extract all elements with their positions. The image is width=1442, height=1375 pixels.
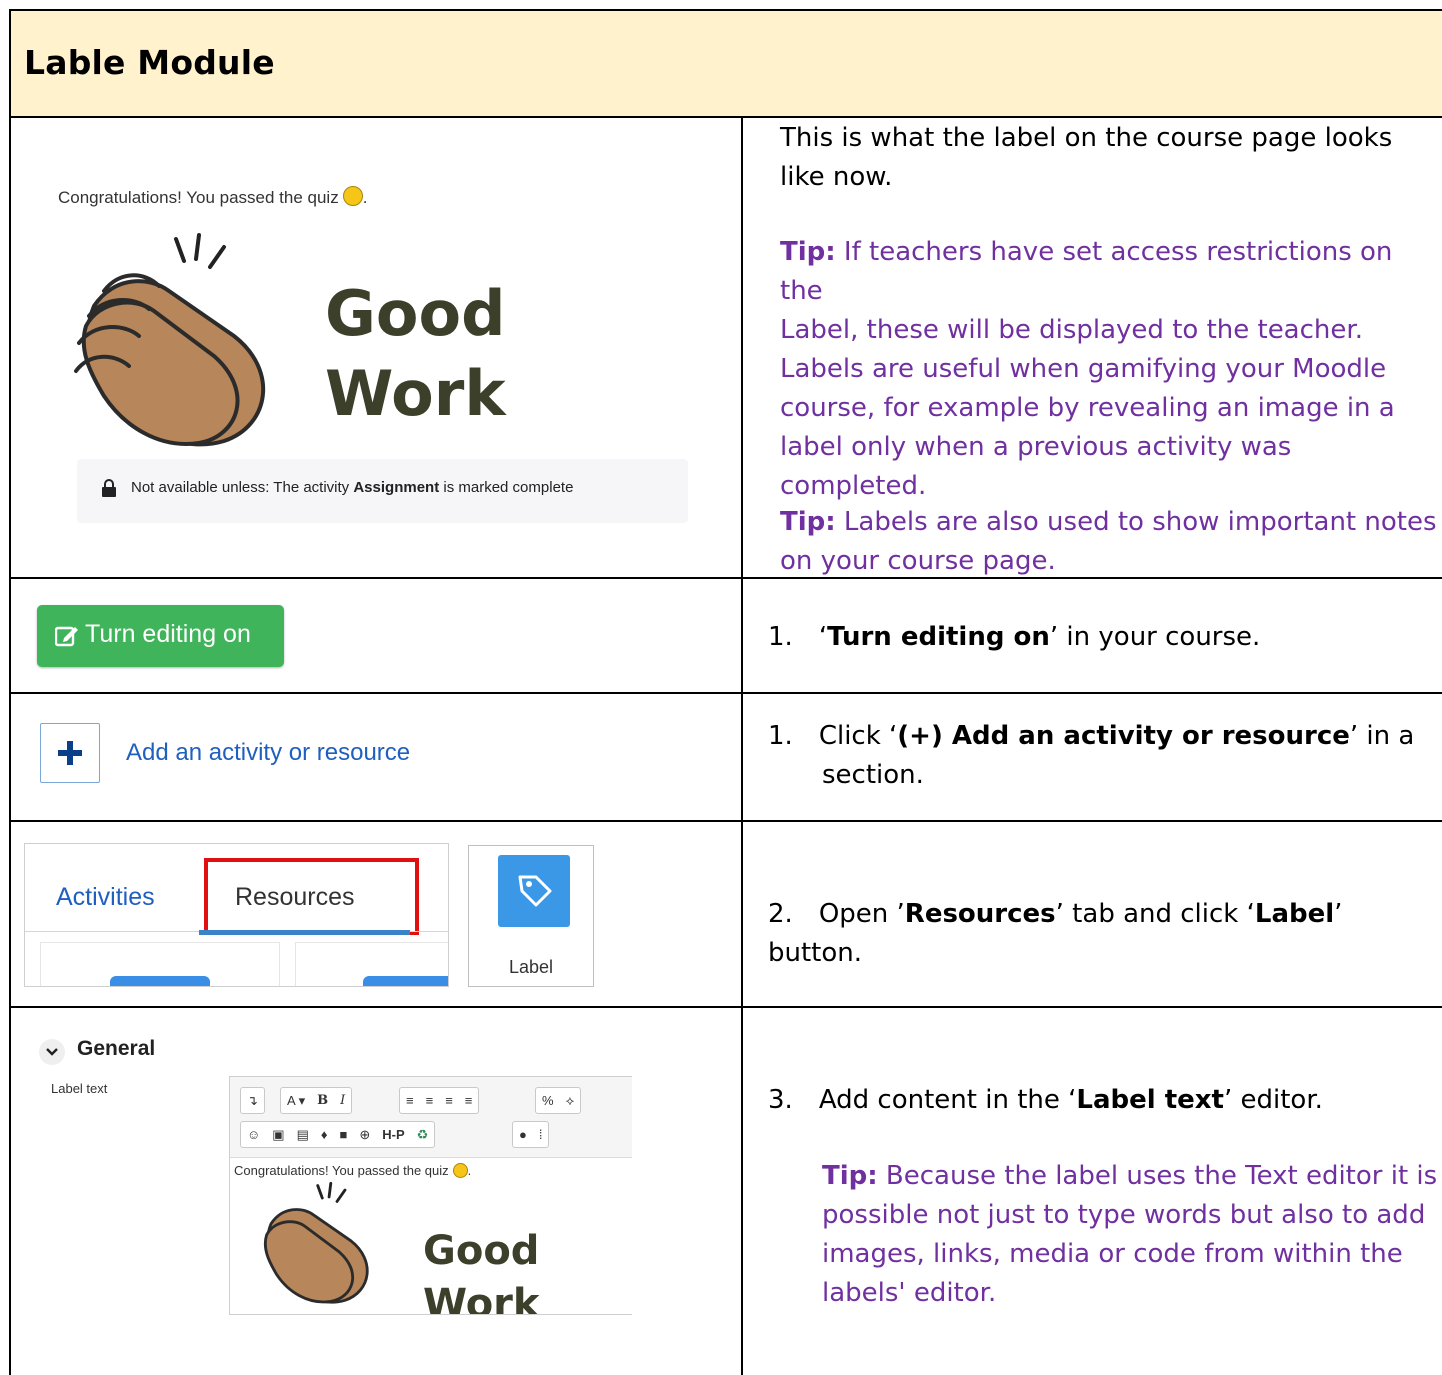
good-text: Good [423,1228,540,1274]
work-text: Work [423,1281,540,1315]
activity-chooser-tabs: Activities Resources [24,843,449,987]
toolbar-accessibility-group[interactable]: ● ⁞ [512,1121,550,1148]
toolbar-list-group[interactable]: ≡ ≡ ≡ ≡ [399,1087,480,1114]
toolbar-format-group[interactable]: A ▾ B I [280,1087,353,1114]
add-activity-link[interactable]: Add an activity or resource [126,739,410,767]
restriction-text: Not available unless: The activity Assig… [131,479,574,496]
label-tile [498,855,570,927]
tip-text-editor: Tip: Because the label uses the Text edi… [822,1161,1438,1308]
table-column-divider [741,116,743,1375]
table-border-left [9,9,11,1375]
step-open-resources: 2. Open ’Resources’ tab and click ‘Label’… [768,899,1343,968]
table-divider [9,1006,1442,1008]
step-turn-editing: 1. ‘Turn editing on’ in your course. [768,622,1261,652]
label-congrats-text: Congratulations! You passed the quiz. [58,186,368,207]
edit-icon [55,626,78,647]
toolbar-link-group[interactable]: % ⟡ [535,1087,582,1114]
clapping-hands-icon [74,233,266,447]
turn-editing-on-button[interactable]: Turn editing on [37,605,284,667]
work-text: Work [325,357,506,430]
editor-toolbar: ↴ A ▾ B I ≡ ≡ ≡ ≡ % ⟡ ☺ ▣ ▤ ♦ ■ ⊕ H-P ♻ ● ⁞ [230,1077,632,1158]
label-text-field-label: Label text [51,1081,108,1096]
add-activity-button[interactable] [40,723,100,783]
description-text: This is what the label on the course pag… [780,123,1393,192]
label-module-button[interactable]: Label [468,845,594,987]
toolbar-media-group[interactable]: ☺ ▣ ▤ ♦ ■ ⊕ H-P ♻ [240,1121,436,1148]
restriction-notice: Not available unless: The activity Assig… [77,459,688,523]
resources-highlight-box [204,858,419,935]
grin-emoji-icon [342,186,363,206]
lock-icon [102,479,116,497]
page-title: Lable Module [24,43,275,82]
tip-notes: Tip: Labels are also used to show import… [780,507,1437,576]
chooser-card-icon [363,976,448,986]
header-band: Lable Module [9,9,1442,116]
editor-congrats-text: Congratulations! You passed the quiz. [234,1163,472,1178]
chooser-card-icon [110,976,210,986]
active-tab-underline [199,930,410,935]
table-divider [9,116,1442,118]
table-divider [9,820,1442,822]
grin-emoji-icon [452,1163,468,1178]
step-add-content: 3. Add content in the ‘Label text’ editor… [768,1085,1323,1115]
chevron-down-icon [46,1048,58,1056]
table-divider [9,692,1442,694]
label-text-editor[interactable]: ↴ A ▾ B I ≡ ≡ ≡ ≡ % ⟡ ☺ ▣ ▤ ♦ ■ ⊕ H-P ♻ ● ⁞ Congratul… [229,1076,632,1315]
step-add-activity: 1. Click ‘(+) Add an activity or resource… [768,721,1415,790]
document: Lable Module Congratulations! You passed… [9,9,1442,1375]
label-button-text: Label [508,957,554,977]
good-text: Good [325,277,506,350]
clapping-hands-icon [263,1181,369,1304]
tab-activities[interactable]: Activities [56,883,155,912]
plus-icon [58,741,82,765]
toolbar-collapse-button[interactable]: ↴ [240,1087,265,1114]
tag-icon [518,875,552,907]
collapse-general-button[interactable] [39,1039,65,1065]
general-section-heading: General [77,1037,156,1060]
tip-restrictions: Tip: If teachers have set access restric… [780,237,1395,501]
table-border-top [9,9,1442,11]
